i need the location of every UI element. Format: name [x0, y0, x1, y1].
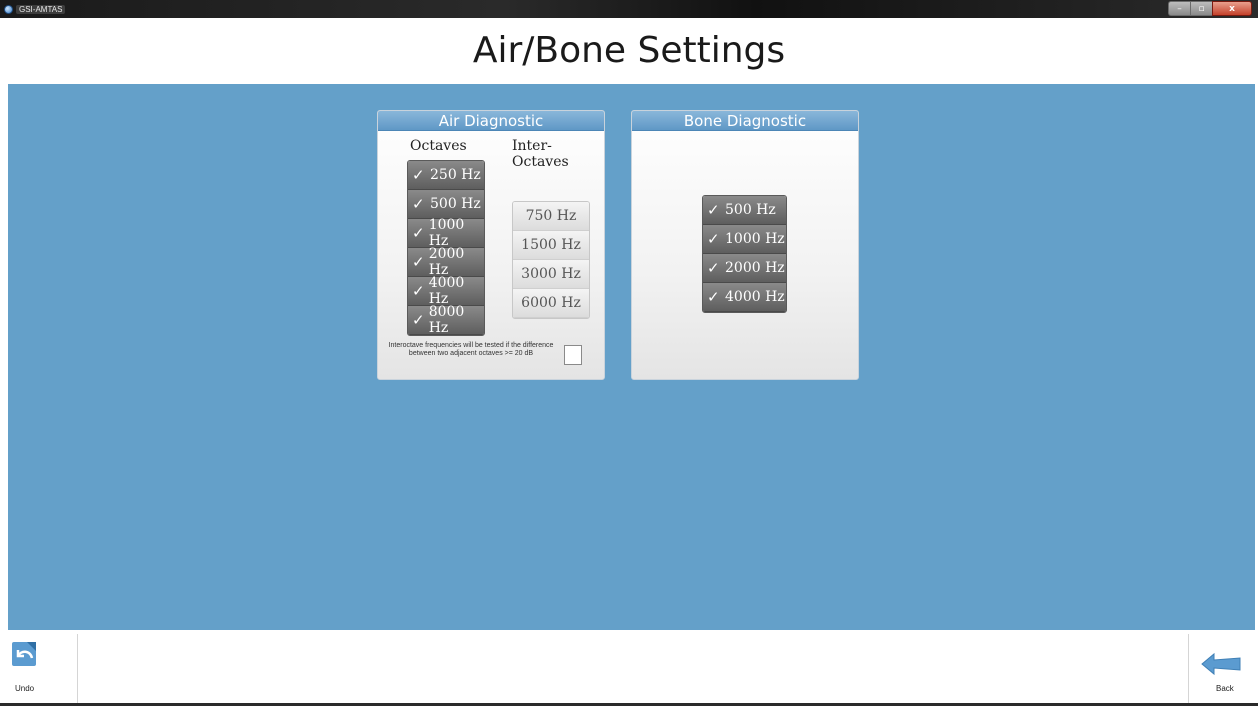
frequency-label: 1500 Hz: [521, 237, 581, 253]
checkmark-icon: ✓: [707, 288, 720, 306]
interoctave-checkbox[interactable]: [564, 345, 582, 365]
frequency-label: 4000 Hz: [725, 289, 785, 305]
inter-octaves-label: Inter-Octaves: [512, 138, 569, 170]
frequency-label: 1000 Hz: [725, 231, 785, 247]
inter-octave-6000hz-button[interactable]: 6000 Hz: [513, 289, 589, 318]
bone-diagnostic-panel: Bone Diagnostic ✓ 500 Hz ✓ 1000 Hz ✓ 2000 Hz ✓…: [631, 110, 859, 380]
inter-octave-1500hz-button[interactable]: 1500 Hz: [513, 231, 589, 260]
back-button[interactable]: Back: [1196, 640, 1246, 700]
octave-2000hz-button[interactable]: ✓ 2000 Hz: [408, 246, 484, 278]
frequency-label: 250 Hz: [430, 167, 481, 183]
undo-button[interactable]: Undo: [10, 640, 50, 700]
frequency-label: 500 Hz: [725, 202, 776, 218]
frequency-label: 1000 Hz: [428, 217, 465, 249]
checkmark-icon: ✓: [412, 166, 425, 184]
close-button[interactable]: x: [1212, 1, 1252, 16]
maximize-button[interactable]: ▫: [1190, 1, 1212, 16]
app-title: GSI-AMTAS: [4, 2, 66, 16]
inter-octave-750hz-button[interactable]: 750 Hz: [513, 202, 589, 231]
frequency-label: 8000 Hz: [428, 304, 465, 336]
air-diagnostic-panel: Air Diagnostic Octaves Inter-Octaves ✓ 25…: [377, 110, 605, 380]
octaves-label: Octaves: [410, 138, 467, 154]
octave-8000hz-button[interactable]: ✓ 8000 Hz: [408, 304, 484, 336]
back-arrow-icon: [1201, 652, 1241, 676]
checkmark-icon: ✓: [412, 195, 425, 213]
bone-diagnostic-title: Bone Diagnostic: [632, 111, 858, 131]
undo-icon: [12, 642, 36, 666]
undo-label: Undo: [15, 684, 35, 693]
bone-4000hz-button[interactable]: ✓ 4000 Hz: [703, 283, 786, 312]
footer-divider: [1188, 634, 1189, 704]
air-diagnostic-title: Air Diagnostic: [378, 111, 604, 131]
bone-2000hz-button[interactable]: ✓ 2000 Hz: [703, 254, 786, 283]
bone-1000hz-button[interactable]: ✓ 1000 Hz: [703, 225, 786, 254]
footer-divider: [77, 634, 78, 704]
inter-octaves-button-group: 750 Hz 1500 Hz 3000 Hz 6000 Hz: [512, 201, 590, 319]
app-name: GSI-AMTAS: [16, 4, 66, 14]
minimize-button[interactable]: –: [1168, 1, 1190, 16]
frequency-label: 3000 Hz: [521, 266, 581, 282]
checkmark-icon: ✓: [707, 230, 720, 248]
frequency-label: 4000 Hz: [428, 275, 465, 307]
frequency-label: 500 Hz: [430, 196, 481, 212]
octave-500hz-button[interactable]: ✓ 500 Hz: [408, 190, 484, 219]
octave-1000hz-button[interactable]: ✓ 1000 Hz: [408, 217, 484, 249]
checkmark-icon: ✓: [412, 253, 425, 271]
bone-frequency-button-group: ✓ 500 Hz ✓ 1000 Hz ✓ 2000 Hz ✓ 4000 Hz: [702, 195, 787, 313]
interoctave-note: Interoctave frequencies will be tested i…: [388, 342, 554, 357]
footer-toolbar: Undo Back: [0, 630, 1258, 706]
octaves-button-group: ✓ 250 Hz ✓ 500 Hz ✓ 1000 Hz ✓ 2000 Hz ✓ 4000 Hz ✓ 8…: [407, 160, 485, 336]
checkmark-icon: ✓: [707, 259, 720, 277]
frequency-label: 6000 Hz: [521, 295, 581, 311]
back-label: Back: [1216, 684, 1234, 693]
settings-area: Air Diagnostic Octaves Inter-Octaves ✓ 25…: [8, 84, 1255, 630]
bone-500hz-button[interactable]: ✓ 500 Hz: [703, 196, 786, 225]
inter-octave-3000hz-button[interactable]: 3000 Hz: [513, 260, 589, 289]
frequency-label: 750 Hz: [525, 208, 577, 224]
checkmark-icon: ✓: [412, 311, 425, 329]
app-logo-icon: [4, 4, 13, 14]
octave-250hz-button[interactable]: ✓ 250 Hz: [408, 161, 484, 190]
checkmark-icon: ✓: [412, 224, 425, 242]
checkmark-icon: ✓: [412, 282, 425, 300]
frequency-label: 2000 Hz: [725, 260, 785, 276]
frequency-label: 2000 Hz: [428, 246, 465, 278]
window-titlebar: GSI-AMTAS – ▫ x: [0, 0, 1258, 18]
page-title: Air/Bone Settings: [472, 30, 786, 71]
checkmark-icon: ✓: [707, 201, 720, 219]
window-controls: – ▫ x: [1168, 1, 1252, 16]
octave-4000hz-button[interactable]: ✓ 4000 Hz: [408, 275, 484, 307]
